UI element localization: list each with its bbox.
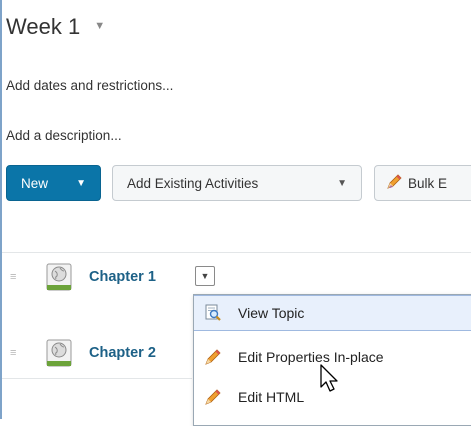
mouse-pointer-icon [319, 364, 341, 394]
drag-handle-icon[interactable]: ≡ [10, 347, 17, 359]
add-existing-activities-label: Add Existing Activities [127, 175, 259, 191]
menu-item-view-topic[interactable]: View Topic [194, 295, 471, 331]
menu-item-label: View Topic [238, 305, 305, 321]
topic-context-menu: View Topic Edit Properties In-place Edit… [193, 294, 471, 426]
magnifier-page-icon [204, 304, 222, 322]
menu-item-label: Edit HTML [238, 389, 305, 405]
pencil-icon [385, 173, 403, 194]
topic-title-link[interactable]: Chapter 2 [89, 345, 156, 361]
new-button-label: New [21, 175, 49, 191]
caret-down-icon: ▼ [200, 271, 210, 281]
topic-title-link[interactable]: Chapter 1 [89, 269, 156, 285]
menu-item-label: Edit Properties In-place [238, 349, 384, 365]
topic-context-menu-button[interactable]: ▼ [195, 266, 215, 286]
module-title: Week 1 [6, 14, 81, 39]
bulk-edit-label: Bulk E [408, 175, 448, 191]
caret-down-icon: ▼ [76, 177, 86, 189]
pencil-icon [204, 348, 222, 366]
globe-topic-icon [46, 339, 72, 367]
bulk-edit-button[interactable]: Bulk E [374, 165, 471, 201]
topic-row: ≡ Chapter 1 [0, 260, 471, 294]
add-existing-activities-button[interactable]: Add Existing Activities ▼ [112, 165, 362, 201]
add-dates-link[interactable]: Add dates and restrictions... [6, 78, 173, 93]
add-description-link[interactable]: Add a description... [6, 128, 122, 143]
divider [2, 378, 192, 379]
drag-handle-icon[interactable]: ≡ [10, 271, 17, 283]
caret-down-icon: ▼ [337, 177, 347, 189]
new-button[interactable]: New ▼ [6, 165, 101, 201]
divider [2, 252, 471, 253]
pencil-icon [204, 388, 222, 406]
globe-topic-icon [46, 263, 72, 291]
caret-down-icon[interactable]: ▼ [94, 20, 105, 32]
module-header: Week 1 ▼ [6, 14, 105, 40]
